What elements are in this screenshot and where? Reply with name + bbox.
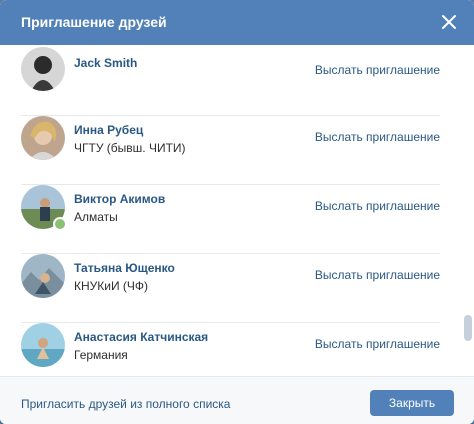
list-item: Анастасия Катчинская Германия Выслать пр… [21,323,440,376]
friend-name[interactable]: Инна Рубец [74,123,143,137]
send-invite-link[interactable]: Выслать приглашение [315,130,440,144]
scrollbar[interactable] [464,315,472,341]
avatar[interactable] [21,116,65,160]
friend-subtitle: КНУКиИ (ЧФ) [74,279,149,293]
list-item: Jack Smith Выслать приглашение [21,47,440,124]
friends-list[interactable]: Jack Smith Выслать приглашение Инна Рубе… [0,45,474,376]
online-status-dot [53,217,67,231]
avatar[interactable] [21,47,65,91]
friend-name[interactable]: Jack Smith [74,56,137,70]
send-invite-link[interactable]: Выслать приглашение [315,268,440,282]
avatar[interactable] [21,254,65,298]
dialog-header: Приглашение друзей [0,0,474,45]
close-icon[interactable] [440,13,458,31]
invite-from-full-list-link[interactable]: Пригласить друзей из полного списка [21,397,230,411]
dialog-footer: Пригласить друзей из полного списка Закр… [0,376,474,424]
list-item: Виктор Акимов Алматы Выслать приглашение [21,185,440,254]
dialog-title: Приглашение друзей [21,14,167,30]
list-item: Инна Рубец ЧГТУ (бывш. ЧИТИ) Выслать при… [21,116,440,185]
avatar[interactable] [21,323,65,367]
send-invite-link[interactable]: Выслать приглашение [315,199,440,213]
close-button[interactable]: Закрыть [370,390,454,416]
friend-subtitle: ЧГТУ (бывш. ЧИТИ) [74,141,186,155]
send-invite-link[interactable]: Выслать приглашение [315,337,440,351]
friend-name[interactable]: Татьяна Ющенко [74,261,175,275]
send-invite-link[interactable]: Выслать приглашение [315,63,440,77]
friend-name[interactable]: Виктор Акимов [74,192,165,206]
friend-name[interactable]: Анастасия Катчинская [74,330,208,344]
list-item: Татьяна Ющенко КНУКиИ (ЧФ) Выслать пригл… [21,254,440,323]
friend-subtitle: Алматы [74,210,118,224]
friend-subtitle: Германия [74,348,128,362]
invite-friends-dialog: Приглашение друзей Jack Smith Выслать пр… [0,0,474,424]
